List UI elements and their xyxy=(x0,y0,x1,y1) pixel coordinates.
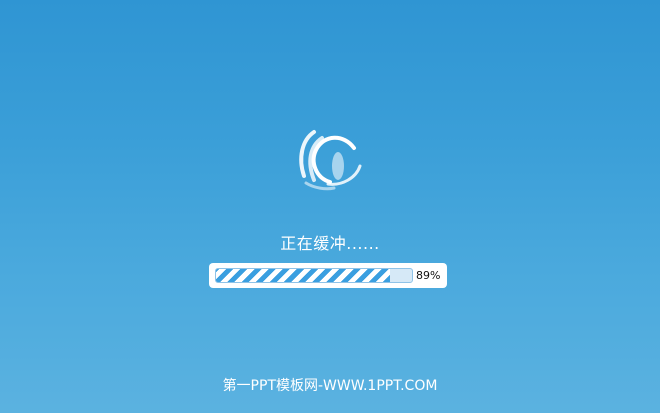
footer-watermark-text: 第一PPT模板网-WWW.1PPT.COM xyxy=(222,378,438,394)
progress-percentage: 89% xyxy=(416,269,441,282)
swirl-eye-logo-icon xyxy=(294,128,370,194)
progress-bar-container: 89% xyxy=(209,263,447,288)
progress-track xyxy=(215,268,413,283)
buffering-status-text: 正在缓冲...... xyxy=(280,234,380,253)
progress-fill xyxy=(216,269,391,282)
